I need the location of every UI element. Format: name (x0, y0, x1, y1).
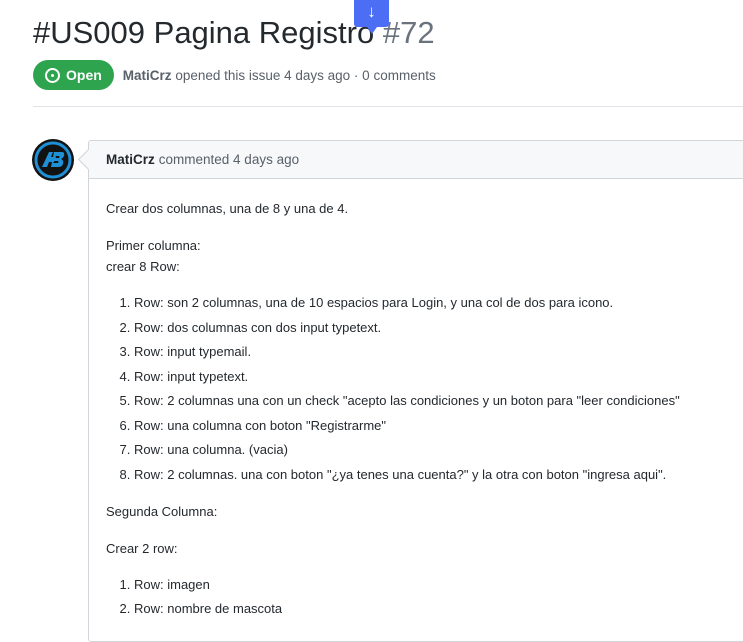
comment-intro: Crear dos columnas, una de 8 y una de 4. (106, 201, 349, 216)
issue-opened-icon (45, 67, 60, 83)
comment-meta[interactable]: commented 4 days ago (159, 152, 299, 167)
issue-meta-text: MatiCrz opened this issue 4 days ago · 0… (123, 68, 436, 83)
first-column-block: Primer columna: crear 8 Row: (106, 235, 732, 277)
first-column-list: Row: son 2 columnas, una de 10 espacios … (106, 293, 732, 485)
second-column-heading: Segunda Columna: (106, 503, 218, 519)
list-item: Row: una columna con boton "Registrarme" (134, 416, 732, 436)
issue-number: #72 (382, 15, 435, 50)
status-label: Open (66, 67, 102, 83)
status-badge: Open (33, 60, 114, 90)
second-column-list: Row: imagen Row: nombre de mascota (106, 575, 732, 620)
issue-opened-text: opened this issue 4 days ago · 0 comment… (175, 67, 436, 83)
list-item: Row: una columna. (vacia) (134, 440, 732, 460)
issue-meta: Open MatiCrz opened this issue 4 days ag… (33, 59, 436, 91)
list-item: Row: dos columnas con dos input typetext… (134, 318, 732, 338)
issue-title-text: #US009 Pagina Registro (33, 15, 375, 50)
list-item: Row: nombre de mascota (134, 599, 732, 619)
comment-box: MatiCrz commented 4 days ago Crear dos c… (88, 140, 743, 642)
issue-author-link[interactable]: MatiCrz (123, 68, 172, 83)
first-column-heading: Primer columna: (106, 238, 201, 253)
list-item: Row: imagen (134, 575, 732, 595)
list-item: Row: 2 columnas una con un check "acepto… (134, 391, 732, 411)
list-item: Row: 2 columnas. una con boton "¿ya tene… (134, 465, 732, 485)
comment-body: Crear dos columnas, una de 8 y una de 4.… (89, 179, 743, 619)
comment-author-link[interactable]: MatiCrz (106, 152, 155, 167)
jump-to-bottom-button[interactable]: ↓ (354, 0, 389, 34)
arrow-down-icon: ↓ (367, 2, 376, 21)
list-item: Row: son 2 columnas, una de 10 espacios … (134, 293, 732, 313)
comment-header: MatiCrz commented 4 days ago (89, 141, 743, 179)
list-item: Row: input typemail. (134, 342, 732, 362)
first-column-subheading: crear 8 Row: (106, 259, 180, 274)
list-item: Row: input typetext. (134, 367, 732, 387)
header-divider (33, 106, 743, 107)
avatar[interactable] (32, 139, 74, 181)
second-column-subheading: Crear 2 row: (106, 540, 178, 556)
